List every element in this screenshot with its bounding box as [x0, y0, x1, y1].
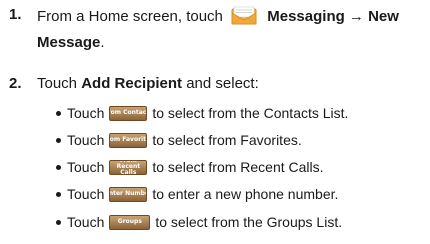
- step-number: 1.: [9, 6, 22, 23]
- step-1-text: From a Home screen, touch Messaging → Ne…: [37, 6, 399, 26]
- groups-button[interactable]: Groups: [109, 214, 151, 230]
- bullet-touch: Touch: [67, 159, 105, 175]
- step-number: 2.: [9, 75, 22, 92]
- bullet-touch: Touch: [67, 132, 105, 148]
- enter-number-button[interactable]: Enter Number: [109, 186, 148, 202]
- bullet-dot: [56, 219, 61, 225]
- bullet-text: to select from the Contacts List.: [152, 105, 349, 121]
- step-2-prefix: Touch: [37, 75, 78, 92]
- from-recent-calls-button[interactable]: From Recent Calls: [109, 159, 148, 175]
- bullet-touch: Touch: [67, 186, 105, 202]
- bullet-text: to select from Favorites.: [152, 132, 302, 148]
- step-1-suffix: .: [100, 34, 105, 51]
- bullet-touch: Touch: [67, 105, 105, 121]
- bullet-dot: [56, 110, 61, 116]
- bullet-dot: [56, 137, 61, 143]
- list-item: Touch From Recent Calls to select from R…: [56, 157, 324, 177]
- bullet-text: to select from Recent Calls.: [152, 159, 324, 175]
- bullet-text: to select from the Groups List.: [155, 214, 343, 230]
- list-item: Touch Groups to select from the Groups L…: [56, 212, 342, 232]
- step-1-path-line2: Message: [37, 34, 101, 51]
- step-1-path: Messaging → New: [267, 8, 399, 25]
- step-2-bold: Add Recipient: [81, 75, 183, 92]
- messaging-envelope-icon: [231, 6, 257, 25]
- bullet-text: to enter a new phone number.: [152, 186, 339, 202]
- list-item: Touch From Contacts to select from the C…: [56, 103, 348, 123]
- list-item: Touch From Favorites to select from Favo…: [56, 130, 302, 150]
- list-item: Touch Enter Number to enter a new phone …: [56, 184, 338, 204]
- step-2-text: Touch Add Recipient and select:: [37, 75, 259, 93]
- bullet-dot: [56, 191, 61, 197]
- step-2-suffix: and select:: [186, 75, 259, 92]
- step-1-line2: Message.: [37, 34, 105, 52]
- step-1-prefix: From a Home screen, touch: [37, 8, 223, 25]
- instructions-page: 1. From a Home screen, touch Messaging →…: [0, 0, 430, 244]
- from-contacts-button[interactable]: From Contacts: [109, 105, 148, 121]
- bullet-touch: Touch: [67, 214, 105, 230]
- bullet-dot: [56, 164, 61, 170]
- from-favorites-button[interactable]: From Favorites: [109, 132, 148, 148]
